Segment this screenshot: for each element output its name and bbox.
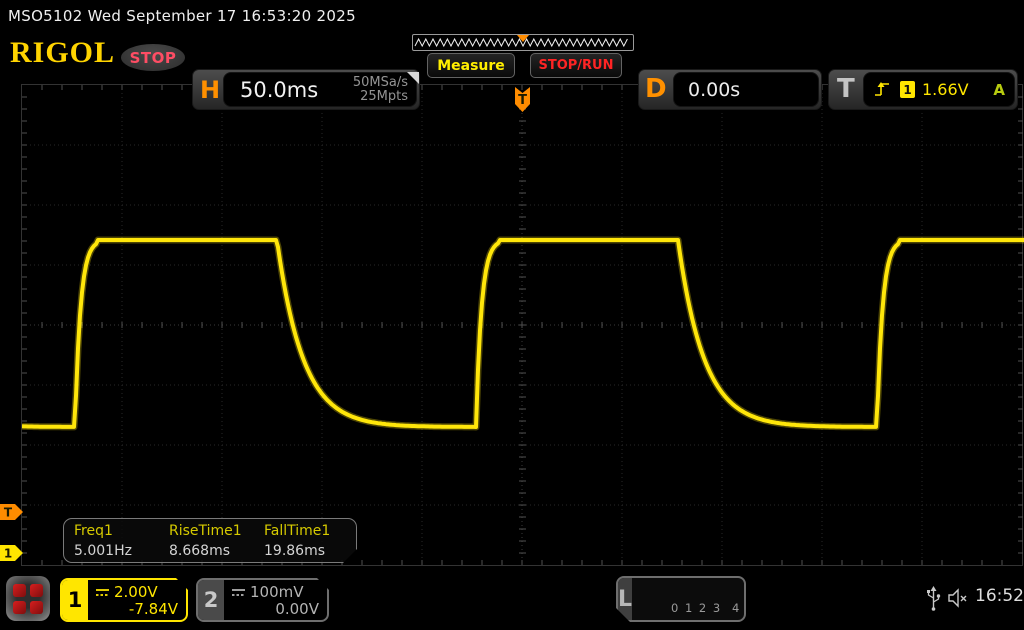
- bottom-status-bar: 1 2.00V -7.84V 2 100mV 0.00V: [0, 570, 1024, 630]
- speaker-muted-icon: [947, 588, 971, 608]
- logic-row1: 0 1 2 3 4 5 6 7: [671, 601, 746, 615]
- dc-coupling-icon: [95, 587, 110, 597]
- measurement-value: 19.86ms: [264, 543, 356, 563]
- timebase-field: 50.0ms 50MSa/s 25Mpts: [223, 72, 417, 107]
- waveform-overview-strip[interactable]: [412, 34, 634, 51]
- channel1-number: 1: [62, 580, 88, 620]
- channel2-scale-row: 100mV: [231, 583, 304, 601]
- delay-value: 0.00s: [688, 79, 740, 101]
- measurement-results-panel[interactable]: Freq1 RiseTime1 FallTime1 5.001Hz 8.668m…: [63, 518, 357, 563]
- trigger-block[interactable]: T 1 1.66V A: [828, 69, 1018, 110]
- measurement-name: RiseTime1: [169, 523, 264, 543]
- logic-channels-badge[interactable]: L 0 1 2 3 4 5 6 7 8 9 1011 12131415: [616, 576, 746, 622]
- measurement-name: FallTime1: [264, 523, 356, 543]
- function-menu-icon[interactable]: [6, 576, 50, 621]
- model-and-datetime: MSO5102 Wed September 17 16:53:20 2025: [8, 7, 356, 25]
- menu-dot: [30, 584, 43, 597]
- trigger-level-value: 1.66V: [922, 80, 969, 99]
- clock: 16:52: [975, 586, 1024, 606]
- top-toolbar: RIGOL STOP H 50.0ms 50MSa/s 25Mpts Measu…: [0, 33, 1024, 80]
- channel2-badge[interactable]: 2 100mV 0.00V: [196, 578, 329, 622]
- trigger-source-badge: 1: [900, 81, 915, 98]
- channel1-scale-row: 2.00V: [95, 583, 158, 601]
- waveform-display-area: [0, 80, 1024, 570]
- measurement-name: Freq1: [74, 523, 169, 543]
- channel1-scale: 2.00V: [114, 583, 158, 601]
- horizontal-timebase-block[interactable]: H 50.0ms 50MSa/s 25Mpts: [192, 69, 420, 110]
- rigol-logo: RIGOL: [10, 36, 115, 70]
- channel2-number: 2: [198, 580, 224, 620]
- trigger-field: 1 1.66V A: [863, 72, 1015, 107]
- logic-channel-numbers: 0 1 2 3 4 5 6 7 8 9 1011 12131415: [632, 578, 746, 620]
- channel2-scale: 100mV: [250, 583, 304, 601]
- trigger-sweep-mode: A: [993, 81, 1005, 99]
- overview-position-marker: [517, 35, 529, 42]
- measurement-value: 5.001Hz: [74, 543, 169, 563]
- menu-dot: [30, 601, 43, 614]
- trigger-label: T: [837, 74, 855, 104]
- dc-coupling-icon: [231, 587, 246, 597]
- trigger-slope-icon: [873, 81, 893, 98]
- channel2-offset: 0.00V: [275, 600, 319, 618]
- measurement-value: 8.668ms: [169, 543, 264, 563]
- timebase-value: 50.0ms: [240, 78, 318, 102]
- channel1-info: 2.00V -7.84V: [88, 580, 186, 620]
- memory-depth: 25Mpts: [360, 89, 408, 104]
- menu-dot: [13, 601, 26, 614]
- usb-icon: [925, 585, 942, 611]
- logic-label: L: [618, 578, 632, 620]
- acquisition-status-badge: STOP: [121, 44, 185, 71]
- horizontal-label: H: [200, 76, 220, 104]
- title-bar: MSO5102 Wed September 17 16:53:20 2025: [0, 0, 1024, 33]
- stop-run-button[interactable]: STOP/RUN: [530, 53, 622, 78]
- acquisition-rates: 50MSa/s 25Mpts: [353, 76, 408, 103]
- channel1-badge[interactable]: 1 2.00V -7.84V: [60, 578, 188, 622]
- delay-label: D: [645, 74, 667, 104]
- channel1-offset: -7.84V: [129, 600, 178, 618]
- corner-fold-icon: [407, 72, 419, 84]
- channel2-info: 100mV 0.00V: [224, 580, 327, 620]
- menu-dot: [13, 584, 26, 597]
- delay-block[interactable]: D 0.00s: [638, 69, 822, 110]
- measure-button[interactable]: Measure: [427, 53, 515, 78]
- delay-field: 0.00s: [673, 72, 819, 107]
